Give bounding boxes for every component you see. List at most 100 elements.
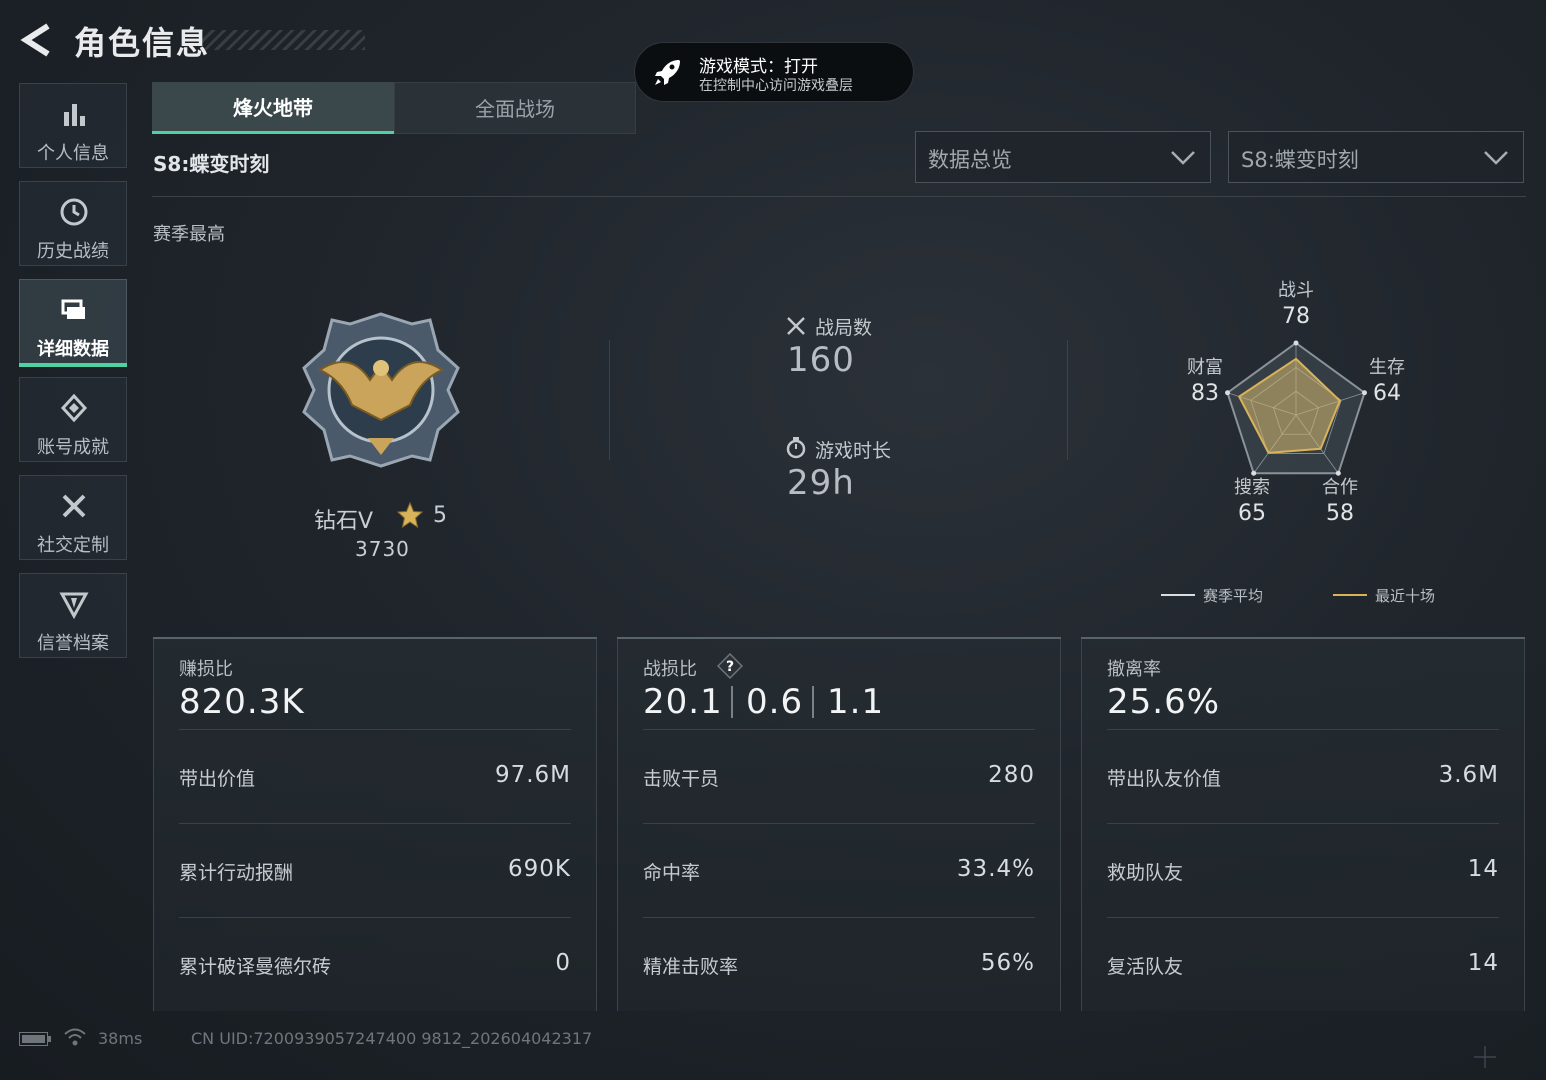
plus-icon bbox=[1474, 1046, 1496, 1068]
view-dropdown-value: 数据总览 bbox=[928, 148, 1012, 172]
reputation-shield-icon bbox=[59, 592, 89, 620]
row-value: 0 bbox=[555, 950, 571, 976]
extract-card: 撤离率 25.6% 带出队友价值 3.6M 救助队友 14 复活队友 14 bbox=[1081, 637, 1525, 1011]
achievement-icon bbox=[60, 393, 88, 423]
sidebar-item-details[interactable]: 详细数据 bbox=[19, 279, 127, 367]
row-label: 救助队友 bbox=[1107, 862, 1184, 884]
radar-value-search: 65 bbox=[1238, 501, 1266, 526]
game-mode-toast[interactable]: 游戏模式：打开 在控制中心访问游戏叠层 bbox=[634, 42, 914, 102]
chevron-down-icon bbox=[1484, 151, 1508, 165]
kd-separator bbox=[812, 686, 814, 718]
radar-label-wealth: 财富 bbox=[1187, 357, 1223, 378]
kd-separator bbox=[731, 686, 733, 718]
divider bbox=[643, 729, 1035, 730]
legend-recent-swatch bbox=[1333, 594, 1367, 596]
rank-name: 钻石V bbox=[314, 509, 374, 534]
row-value: 33.4% bbox=[956, 856, 1035, 882]
radar-label-combat: 战斗 bbox=[1278, 280, 1314, 301]
divider bbox=[152, 196, 1526, 197]
kd-card: 战损比 ? 20.1 0.6 1.1 击败干员 280 命中率 33.4% 精准… bbox=[617, 637, 1061, 1011]
battery-icon bbox=[19, 1032, 51, 1046]
sidebar-item-label: 账号成就 bbox=[37, 437, 109, 458]
matches-label: 战局数 bbox=[815, 317, 873, 339]
tab-fire-zone[interactable]: 烽火地带 bbox=[152, 82, 394, 134]
kd-value-3: 1.1 bbox=[827, 682, 885, 722]
radar-value-survival: 64 bbox=[1373, 381, 1401, 406]
sidebar-item-label: 个人信息 bbox=[37, 143, 109, 164]
sidebar-item-social[interactable]: 社交定制 bbox=[19, 475, 127, 560]
row-label: 带出价值 bbox=[179, 768, 256, 790]
extract-value: 25.6% bbox=[1107, 682, 1221, 722]
toast-subtitle: 在控制中心访问游戏叠层 bbox=[699, 78, 853, 94]
view-dropdown[interactable]: 数据总览 bbox=[915, 131, 1211, 183]
row-value: 690K bbox=[508, 856, 571, 882]
crossed-tools-icon bbox=[62, 494, 86, 518]
radar-label-survival: 生存 bbox=[1369, 357, 1405, 378]
rank-star-count: 5 bbox=[433, 503, 447, 528]
sidebar-item-profile[interactable]: 个人信息 bbox=[19, 83, 127, 168]
rank-score: 3730 bbox=[355, 537, 410, 561]
playtime-value: 29h bbox=[787, 463, 855, 503]
extract-label: 撤离率 bbox=[1107, 659, 1161, 680]
divider bbox=[643, 823, 1035, 824]
back-arrow-icon[interactable] bbox=[18, 22, 54, 58]
sidebar-item-label: 信誉档案 bbox=[37, 633, 109, 654]
detail-cards-icon bbox=[61, 299, 85, 319]
divider bbox=[1107, 917, 1499, 918]
row-label: 累计行动报酬 bbox=[179, 862, 294, 884]
row-label: 带出队友价值 bbox=[1107, 768, 1222, 790]
row-value: 280 bbox=[988, 762, 1035, 788]
rank-badge-icon bbox=[302, 312, 460, 468]
help-icon[interactable]: ? bbox=[717, 653, 743, 679]
season-title: S8:蝶变时刻 bbox=[153, 152, 270, 176]
row-value: 3.6M bbox=[1438, 762, 1499, 788]
tab-full-battlefield[interactable]: 全面战场 bbox=[394, 82, 636, 134]
divider bbox=[1067, 340, 1068, 460]
divider bbox=[609, 340, 610, 460]
toast-title: 游戏模式：打开 bbox=[699, 57, 818, 77]
page-title: 角色信息 bbox=[74, 24, 211, 62]
row-label: 复活队友 bbox=[1107, 956, 1184, 978]
sidebar-item-history[interactable]: 历史战绩 bbox=[19, 181, 127, 266]
row-value: 56% bbox=[980, 950, 1035, 976]
kd-value-1: 20.1 bbox=[643, 682, 723, 722]
matches-value: 160 bbox=[787, 340, 855, 380]
section-label: 赛季最高 bbox=[153, 224, 225, 245]
crossed-swords-icon bbox=[787, 317, 805, 335]
divider bbox=[179, 729, 571, 730]
sidebar-item-label: 社交定制 bbox=[37, 535, 109, 556]
sidebar-item-achievements[interactable]: 账号成就 bbox=[19, 377, 127, 462]
row-label: 精准击败率 bbox=[643, 956, 739, 978]
row-value: 97.6M bbox=[494, 762, 571, 788]
row-value: 14 bbox=[1467, 856, 1499, 882]
radar-value-combat: 78 bbox=[1282, 304, 1310, 329]
user-uid: CN UID:7200939057247400 9812_20260404231… bbox=[191, 1029, 593, 1048]
divider bbox=[1107, 729, 1499, 730]
legend-recent: 最近十场 bbox=[1375, 587, 1436, 605]
playtime-label: 游戏时长 bbox=[815, 440, 892, 462]
stopwatch-icon bbox=[786, 437, 806, 459]
history-clock-icon bbox=[60, 198, 88, 226]
radar-value-wealth: 83 bbox=[1191, 381, 1219, 406]
divider bbox=[179, 917, 571, 918]
profit-value: 820.3K bbox=[179, 682, 305, 722]
row-value: 14 bbox=[1467, 950, 1499, 976]
chevron-down-icon bbox=[1171, 151, 1195, 165]
row-label: 击败干员 bbox=[643, 768, 720, 790]
rocket-icon bbox=[655, 60, 680, 85]
radar-label-search: 搜索 bbox=[1234, 477, 1270, 498]
profit-label: 赚损比 bbox=[179, 659, 233, 680]
sidebar-item-reputation[interactable]: 信誉档案 bbox=[19, 573, 127, 658]
season-dropdown[interactable]: S8:蝶变时刻 bbox=[1228, 131, 1524, 183]
divider bbox=[179, 823, 571, 824]
row-label: 命中率 bbox=[643, 862, 701, 884]
sidebar-item-label: 详细数据 bbox=[37, 339, 109, 360]
ping-readout: 38ms bbox=[98, 1029, 143, 1048]
profit-card: 赚损比 820.3K 带出价值 97.6M 累计行动报酬 690K 累计破译曼德… bbox=[153, 637, 597, 1011]
kd-value-2: 0.6 bbox=[746, 682, 804, 722]
radar-label-teamwork: 合作 bbox=[1322, 477, 1358, 498]
divider bbox=[1107, 823, 1499, 824]
radar-vertex-dot bbox=[1293, 340, 1299, 346]
kd-label: 战损比 bbox=[643, 659, 697, 680]
row-label: 累计破译曼德尔砖 bbox=[179, 956, 332, 978]
